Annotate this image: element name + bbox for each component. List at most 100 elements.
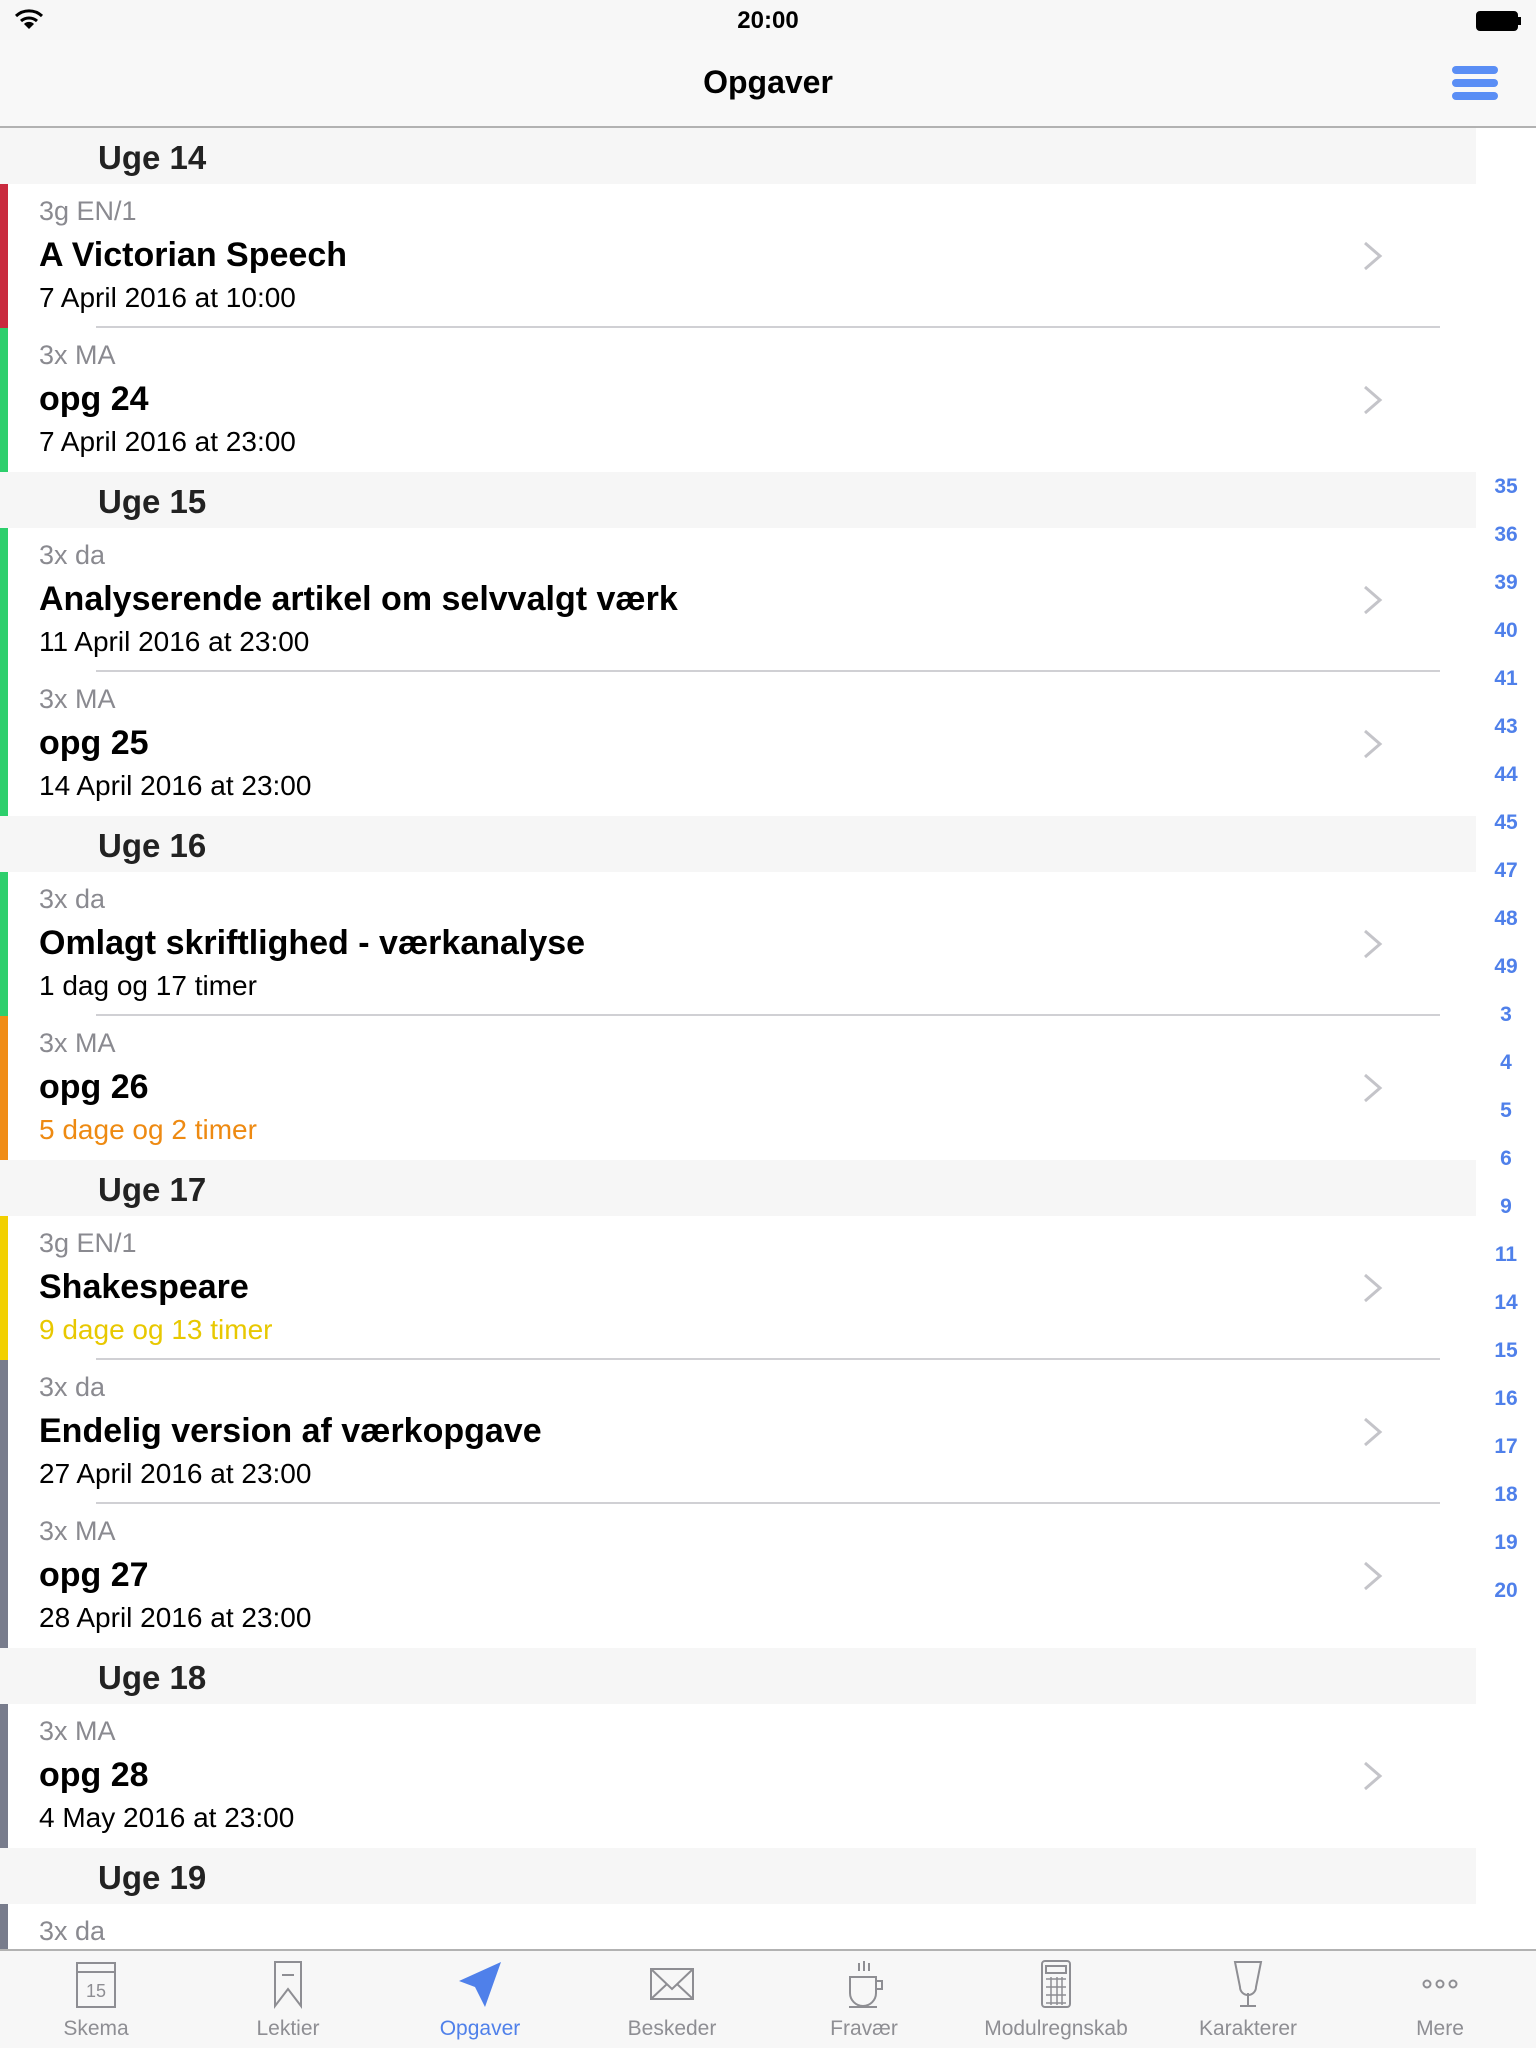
due-date: 1 dag og 17 timer bbox=[39, 970, 257, 1001]
chevron-right-icon bbox=[1364, 1761, 1383, 1791]
index-item[interactable]: 9 bbox=[1476, 1183, 1536, 1231]
section-header: Uge 14 bbox=[0, 128, 1476, 184]
list-item[interactable]: 3x da Endelig version af værkopgave 27 A… bbox=[0, 1360, 1476, 1504]
tab-mere[interactable]: Mere bbox=[1344, 1951, 1536, 2048]
status-time: 20:00 bbox=[737, 7, 799, 34]
section-label: Uge 17 bbox=[98, 1171, 207, 1208]
index-item[interactable]: 49 bbox=[1476, 943, 1536, 991]
chevron-right-icon bbox=[1364, 1273, 1383, 1303]
section-header: Uge 19 bbox=[0, 1848, 1476, 1904]
section-index[interactable]: 35 36 39 40 41 43 44 45 47 48 49 3 4 5 6 9 11 14 15 16 17 18 1… bbox=[1476, 463, 1536, 1615]
list-item[interactable]: 3x MA opg 28 4 May 2016 at 23:00 bbox=[0, 1704, 1476, 1848]
due-date: 27 April 2016 at 23:00 bbox=[39, 1458, 312, 1489]
index-item[interactable]: 16 bbox=[1476, 1375, 1536, 1423]
subject-label: 3x MA bbox=[39, 1716, 116, 1746]
due-date: 9 dage og 13 timer bbox=[39, 1314, 273, 1345]
list-item[interactable]: 3x da Omlagt skriftlighed - værkanalyse … bbox=[0, 872, 1476, 1016]
index-item[interactable]: 15 bbox=[1476, 1327, 1536, 1375]
calculator-icon bbox=[1041, 1960, 1071, 2008]
due-date: 11 April 2016 at 23:00 bbox=[39, 626, 310, 657]
section-header: Uge 18 bbox=[0, 1648, 1476, 1704]
chevron-right-icon bbox=[1364, 1417, 1383, 1447]
status-color-bar bbox=[0, 1504, 8, 1648]
subject-label: 3g EN/1 bbox=[39, 1228, 137, 1258]
status-color-bar bbox=[0, 672, 8, 816]
list-item[interactable]: 3x MA opg 25 14 April 2016 at 23:00 bbox=[0, 672, 1476, 816]
list-item[interactable]: 3x MA opg 24 7 April 2016 at 23:00 bbox=[0, 328, 1476, 472]
list-item[interactable]: 3x MA opg 27 28 April 2016 at 23:00 bbox=[0, 1504, 1476, 1648]
tab-label: Karakterer bbox=[1198, 2017, 1298, 2040]
paper-plane-icon bbox=[459, 1962, 501, 2007]
index-item[interactable]: 40 bbox=[1476, 607, 1536, 655]
tab-beskeder[interactable]: Beskeder bbox=[576, 1951, 768, 2048]
tab-label: Skema bbox=[63, 2017, 129, 2040]
calendar-icon: 15 bbox=[76, 1962, 116, 2008]
page-title: Opgaver bbox=[703, 64, 833, 100]
list-item[interactable]: 3g EN/1 A Victorian Speech 7 April 2016 … bbox=[0, 184, 1476, 328]
tab-label: Mere bbox=[1416, 2017, 1464, 2040]
index-item[interactable]: 35 bbox=[1476, 463, 1536, 511]
tab-label: Fravær bbox=[830, 2017, 898, 2040]
tab-skema[interactable]: 15 Skema bbox=[0, 1951, 192, 2048]
list-item[interactable]: 3g EN/1 Shakespeare 9 dage og 13 timer bbox=[0, 1216, 1476, 1360]
status-bar: 20:00 bbox=[0, 0, 1536, 40]
index-item[interactable]: 44 bbox=[1476, 751, 1536, 799]
status-color-bar bbox=[0, 1360, 8, 1504]
status-color-bar bbox=[0, 184, 8, 328]
index-item[interactable]: 36 bbox=[1476, 511, 1536, 559]
list-item[interactable]: 3x da bbox=[0, 1904, 1476, 1949]
assignment-title: Endelig version af værkopgave bbox=[39, 1412, 542, 1450]
index-item[interactable]: 43 bbox=[1476, 703, 1536, 751]
assignment-title: opg 26 bbox=[39, 1068, 149, 1106]
due-date: 4 May 2016 at 23:00 bbox=[39, 1802, 295, 1833]
due-date: 14 April 2016 at 23:00 bbox=[39, 770, 312, 801]
tab-label: Lektier bbox=[256, 2017, 320, 2040]
index-item[interactable]: 4 bbox=[1476, 1039, 1536, 1087]
tab-opgaver[interactable]: Opgaver bbox=[384, 1951, 576, 2048]
tab-lektier[interactable]: Lektier bbox=[192, 1951, 384, 2048]
index-item[interactable]: 47 bbox=[1476, 847, 1536, 895]
tab-karakterer[interactable]: Karakterer bbox=[1152, 1951, 1344, 2048]
status-color-bar bbox=[0, 328, 8, 472]
tab-label: Beskeder bbox=[627, 2017, 717, 2040]
more-dots-icon bbox=[1422, 1979, 1458, 1989]
due-date: 7 April 2016 at 10:00 bbox=[39, 282, 296, 313]
list-item[interactable]: 3x MA opg 26 5 dage og 2 timer bbox=[0, 1016, 1476, 1160]
svg-text:15: 15 bbox=[86, 1981, 106, 2001]
battery-icon bbox=[1476, 11, 1521, 31]
index-item[interactable]: 48 bbox=[1476, 895, 1536, 943]
index-item[interactable]: 17 bbox=[1476, 1423, 1536, 1471]
hamburger-menu-icon[interactable] bbox=[1452, 66, 1498, 100]
index-item[interactable]: 11 bbox=[1476, 1231, 1536, 1279]
assignment-title: A Victorian Speech bbox=[39, 236, 347, 274]
index-item[interactable]: 5 bbox=[1476, 1087, 1536, 1135]
chevron-right-icon bbox=[1364, 729, 1383, 759]
index-item[interactable]: 6 bbox=[1476, 1135, 1536, 1183]
subject-label: 3x MA bbox=[39, 1516, 116, 1546]
assignment-title: opg 25 bbox=[39, 724, 149, 762]
list-item[interactable]: 3x da Analyserende artikel om selvvalgt … bbox=[0, 528, 1476, 672]
chevron-right-icon bbox=[1364, 1073, 1383, 1103]
tab-fravær[interactable]: Fravær bbox=[768, 1951, 960, 2048]
coffee-cup-icon bbox=[849, 1961, 883, 2008]
index-item[interactable]: 45 bbox=[1476, 799, 1536, 847]
assignment-title: opg 24 bbox=[39, 380, 149, 418]
section-label: Uge 16 bbox=[98, 827, 207, 864]
index-item[interactable]: 19 bbox=[1476, 1519, 1536, 1567]
bookmark-icon bbox=[274, 1961, 302, 2009]
tab-label: Modulregnskab bbox=[984, 2017, 1128, 2040]
assignment-title: Omlagt skriftlighed - værkanalyse bbox=[39, 924, 586, 962]
subject-label: 3x MA bbox=[39, 684, 116, 714]
index-item[interactable]: 20 bbox=[1476, 1567, 1536, 1615]
index-item[interactable]: 39 bbox=[1476, 559, 1536, 607]
assignment-title: opg 27 bbox=[39, 1556, 149, 1594]
status-color-bar bbox=[0, 872, 8, 1016]
index-item[interactable]: 41 bbox=[1476, 655, 1536, 703]
index-item[interactable]: 14 bbox=[1476, 1279, 1536, 1327]
index-item[interactable]: 18 bbox=[1476, 1471, 1536, 1519]
due-date: 7 April 2016 at 23:00 bbox=[39, 426, 296, 457]
section-label: Uge 14 bbox=[98, 139, 207, 176]
tab-modulregnskab[interactable]: Modulregnskab bbox=[960, 1951, 1152, 2048]
index-item[interactable]: 3 bbox=[1476, 991, 1536, 1039]
assignment-list[interactable]: Uge 14 3g EN/1 A Victorian Speech 7 Apri… bbox=[0, 128, 1536, 1949]
